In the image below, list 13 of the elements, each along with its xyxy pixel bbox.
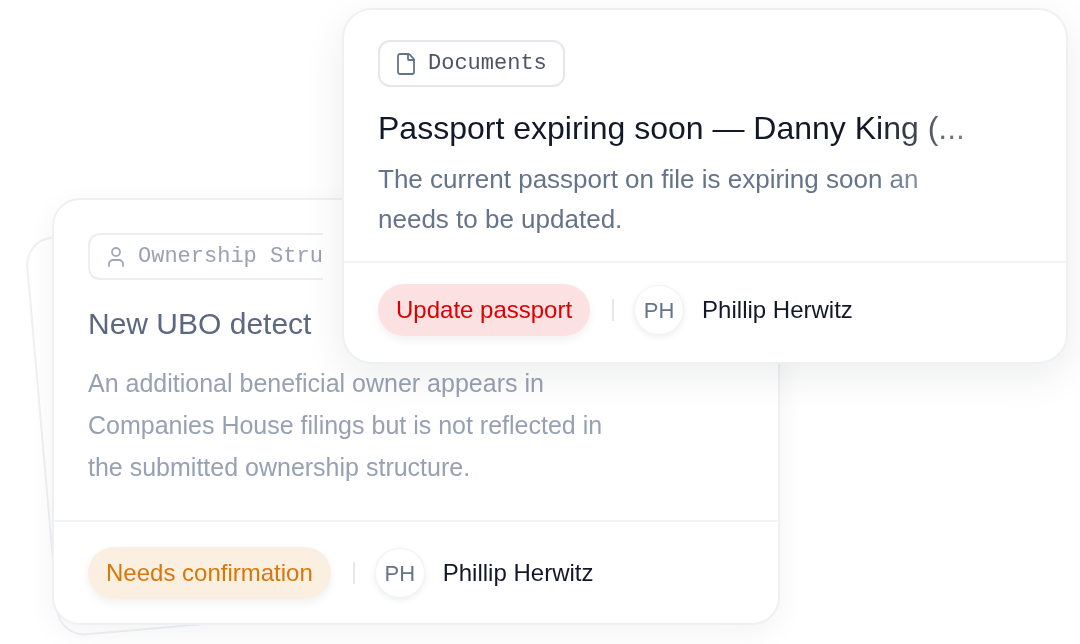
assignee-avatar: PH	[634, 285, 685, 335]
card-description: An additional beneficial owner appears in Companies House filings but is not reflected in the submitted ownership structure.	[88, 368, 603, 483]
document-icon	[394, 51, 418, 76]
status-badge: Update passport	[378, 284, 591, 336]
card-title: New UBO detect	[88, 306, 312, 342]
assignee-name: Phillip Herwitz	[702, 295, 853, 325]
assignee-name: Phillip Herwitz	[442, 558, 594, 588]
category-tag: Documents	[378, 40, 565, 87]
card-title: Passport expiring soon — Danny King (...	[378, 109, 966, 148]
category-tag: Ownership Stru	[88, 233, 323, 280]
assignee-avatar: PH	[374, 548, 425, 598]
status-badge: Needs confirmation	[88, 547, 331, 599]
card-description: The current passport on file is expiring soon an needs to be updated.	[378, 163, 920, 236]
